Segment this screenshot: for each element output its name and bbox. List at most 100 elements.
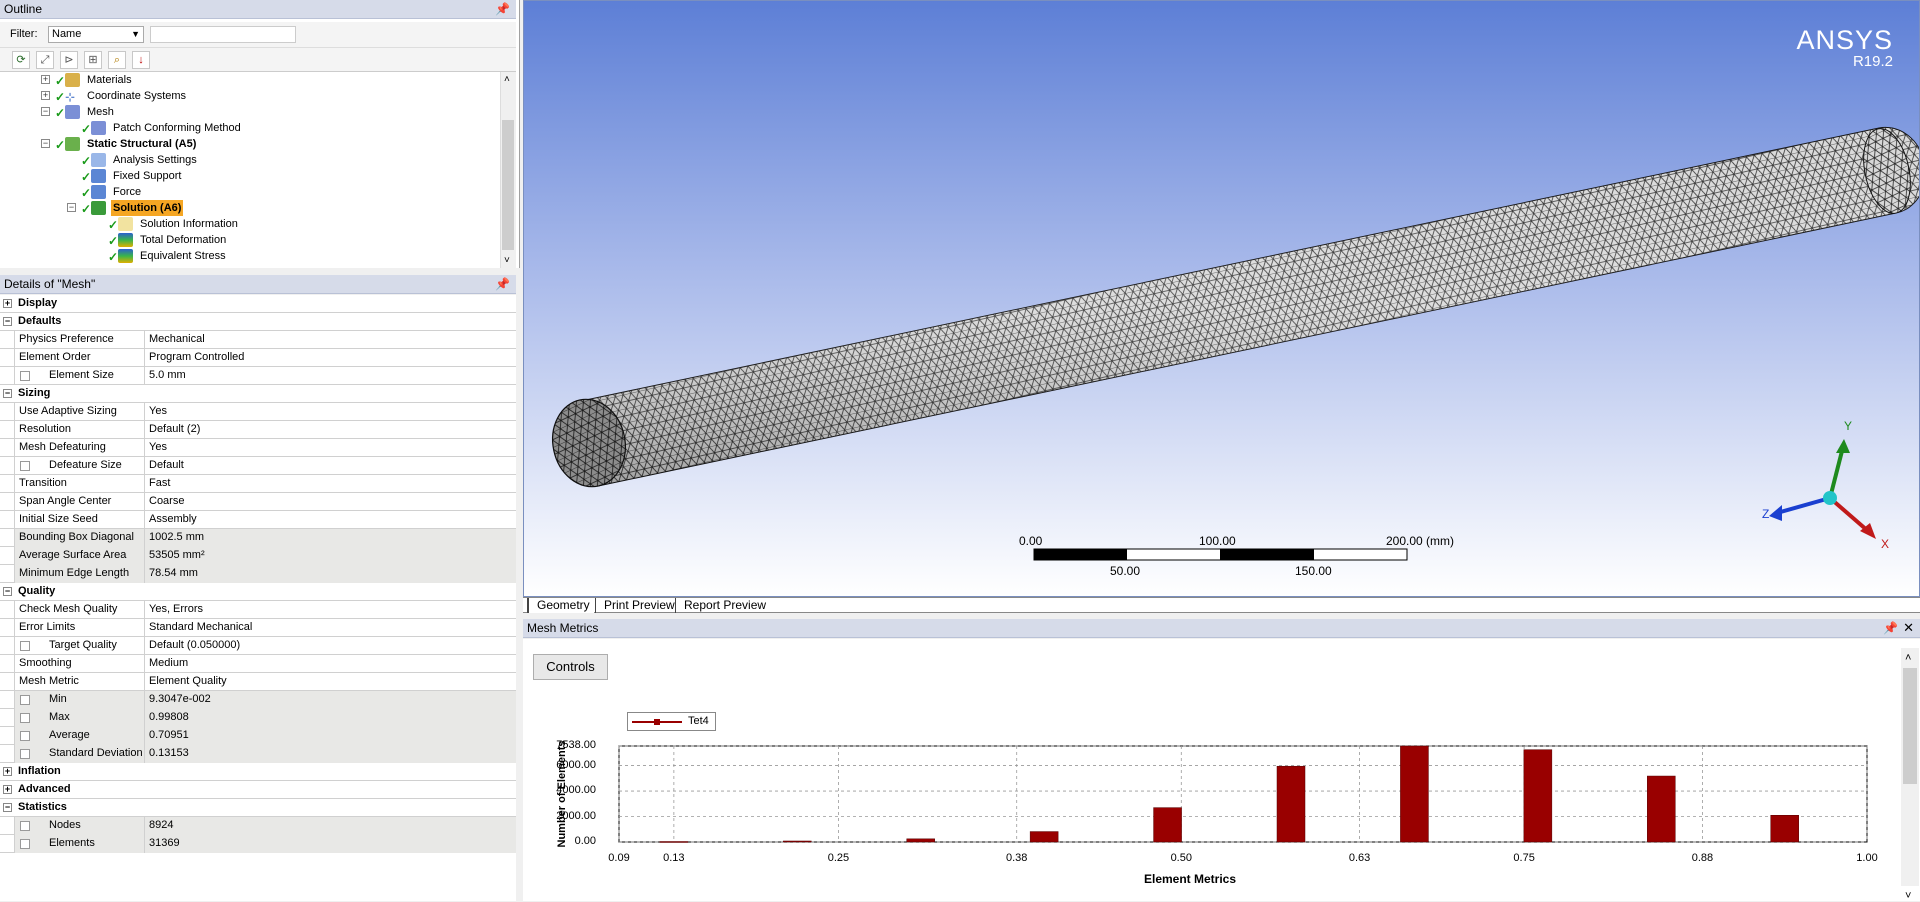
refresh-icon[interactable]: ⟳	[12, 51, 30, 69]
details-row[interactable]: Error Limits Standard Mechanical	[0, 619, 516, 637]
details-row[interactable]: Min 9.3047e-002	[0, 691, 516, 709]
details-property-value[interactable]: Element Quality	[144, 673, 516, 691]
details-category-quality[interactable]: − Quality	[0, 583, 516, 601]
details-property-value[interactable]: Yes	[144, 439, 516, 457]
collapse-icon[interactable]: −	[41, 107, 50, 116]
tree-scroll-thumb[interactable]	[502, 120, 514, 250]
details-row[interactable]: Elements 31369	[0, 835, 516, 853]
details-row[interactable]: Target Quality Default (0.050000)	[0, 637, 516, 655]
parameter-checkbox[interactable]	[20, 461, 30, 471]
filter-search-input[interactable]	[150, 26, 296, 43]
details-row[interactable]: Minimum Edge Length 78.54 mm	[0, 565, 516, 583]
details-category-label: Inflation	[18, 765, 61, 777]
details-row[interactable]: Smoothing Medium	[0, 655, 516, 673]
details-row[interactable]: Mesh Metric Element Quality	[0, 673, 516, 691]
filter-bar: Filter: Name ▼	[0, 22, 516, 48]
details-row[interactable]: Bounding Box Diagonal 1002.5 mm	[0, 529, 516, 547]
details-property-name: Target Quality	[14, 637, 144, 655]
sort-az-icon[interactable]: ↓	[132, 51, 150, 69]
details-property-value[interactable]: Default (0.050000)	[144, 637, 516, 655]
details-row[interactable]: Average Surface Area 53505 mm²	[0, 547, 516, 565]
details-property-value[interactable]: Mechanical	[144, 331, 516, 349]
details-property-value[interactable]: Assembly	[144, 511, 516, 529]
expand-icon[interactable]: +	[3, 767, 12, 776]
pin-icon[interactable]: 📌	[495, 2, 510, 16]
details-category-defaults[interactable]: − Defaults	[0, 313, 516, 331]
details-row[interactable]: Physics Preference Mechanical	[0, 331, 516, 349]
details-row[interactable]: Use Adaptive Sizing Yes	[0, 403, 516, 421]
filter-select[interactable]: Name ▼	[48, 26, 144, 43]
details-property-value[interactable]: Fast	[144, 475, 516, 493]
scroll-up-icon[interactable]: ˄	[1905, 652, 1911, 664]
parameter-checkbox[interactable]	[20, 749, 30, 759]
details-property-value[interactable]: Standard Mechanical	[144, 619, 516, 637]
details-property-value[interactable]: Program Controlled	[144, 349, 516, 367]
details-property-value[interactable]: Default (2)	[144, 421, 516, 439]
details-row[interactable]: Max 0.99808	[0, 709, 516, 727]
close-icon[interactable]: ✕	[1903, 621, 1914, 635]
details-property-value[interactable]: Yes, Errors	[144, 601, 516, 619]
collapse-icon[interactable]: −	[3, 317, 12, 326]
parameter-checkbox[interactable]	[20, 731, 30, 741]
collapse-icon[interactable]: −	[67, 203, 76, 212]
controls-button[interactable]: Controls	[533, 654, 608, 680]
details-property-name: Max	[14, 709, 144, 727]
details-row[interactable]: Average 0.70951	[0, 727, 516, 745]
details-category-display[interactable]: + Display	[0, 295, 516, 313]
details-row[interactable]: Transition Fast	[0, 475, 516, 493]
check-icon: ✓	[55, 90, 66, 104]
search-icon[interactable]: ⌕	[108, 51, 126, 69]
details-row[interactable]: Mesh Defeaturing Yes	[0, 439, 516, 457]
tree-item-label: Patch Conforming Method	[113, 122, 241, 134]
details-row[interactable]: Standard Deviation 0.13153	[0, 745, 516, 763]
details-property-value[interactable]: 5.0 mm	[144, 367, 516, 385]
scroll-up-icon[interactable]: ˄	[504, 74, 510, 85]
parameter-checkbox[interactable]	[20, 695, 30, 705]
details-property-value[interactable]: Medium	[144, 655, 516, 673]
collapse-icon[interactable]: −	[41, 139, 50, 148]
details-row[interactable]: Span Angle Center Coarse	[0, 493, 516, 511]
details-row[interactable]: Resolution Default (2)	[0, 421, 516, 439]
details-property-value[interactable]: Yes	[144, 403, 516, 421]
parameter-checkbox[interactable]	[20, 839, 30, 849]
details-property-value[interactable]: Coarse	[144, 493, 516, 511]
expand-icon[interactable]: +	[41, 75, 50, 84]
pin-icon[interactable]: 📌	[495, 277, 510, 291]
details-row[interactable]: Nodes 8924	[0, 817, 516, 835]
details-category-sizing[interactable]: − Sizing	[0, 385, 516, 403]
details-row[interactable]: Initial Size Seed Assembly	[0, 511, 516, 529]
details-row[interactable]: Check Mesh Quality Yes, Errors	[0, 601, 516, 619]
expand-icon[interactable]: +	[3, 299, 12, 308]
details-row[interactable]: Element Size 5.0 mm	[0, 367, 516, 385]
details-category-advanced[interactable]: + Advanced	[0, 781, 516, 799]
details-property-value[interactable]: Default	[144, 457, 516, 475]
mesh-metrics-scroll-thumb[interactable]	[1903, 668, 1917, 784]
collapse-icon[interactable]: −	[3, 587, 12, 596]
tab-report-preview[interactable]: Report Preview	[675, 598, 770, 613]
details-row[interactable]: Element Order Program Controlled	[0, 349, 516, 367]
expand-icon[interactable]: +	[41, 91, 50, 100]
tab-geometry[interactable]: Geometry	[527, 598, 594, 613]
expand-all-icon[interactable]: ⊞	[84, 51, 102, 69]
scroll-down-icon[interactable]: ˅	[504, 255, 510, 266]
parameter-checkbox[interactable]	[20, 821, 30, 831]
collapse-icon[interactable]: −	[3, 803, 12, 812]
scroll-down-icon[interactable]: ˅	[1905, 890, 1911, 902]
mesh-model[interactable]	[524, 1, 1920, 597]
collapse-icon[interactable]: ⤢	[36, 51, 54, 69]
parameter-checkbox[interactable]	[20, 641, 30, 651]
tree-icon[interactable]: ⊳	[60, 51, 78, 69]
parameter-checkbox[interactable]	[20, 713, 30, 723]
pin-icon[interactable]: 📌	[1883, 621, 1898, 635]
tree-item-label: Coordinate Systems	[87, 90, 187, 102]
details-category-statistics[interactable]: − Statistics	[0, 799, 516, 817]
collapse-icon[interactable]: −	[3, 389, 12, 398]
expand-icon[interactable]: +	[3, 785, 12, 794]
details-property-name: Smoothing	[14, 655, 144, 673]
parameter-checkbox[interactable]	[20, 371, 30, 381]
mesh-metrics-title: Mesh Metrics	[527, 621, 599, 635]
details-category-inflation[interactable]: + Inflation	[0, 763, 516, 781]
tab-print-preview[interactable]: Print Preview	[595, 598, 679, 613]
details-row[interactable]: Defeature Size Default	[0, 457, 516, 475]
graphics-viewport[interactable]: ANSYS R19.2 0.00 100.00 200.00 (mm) 50.0…	[523, 0, 1920, 597]
